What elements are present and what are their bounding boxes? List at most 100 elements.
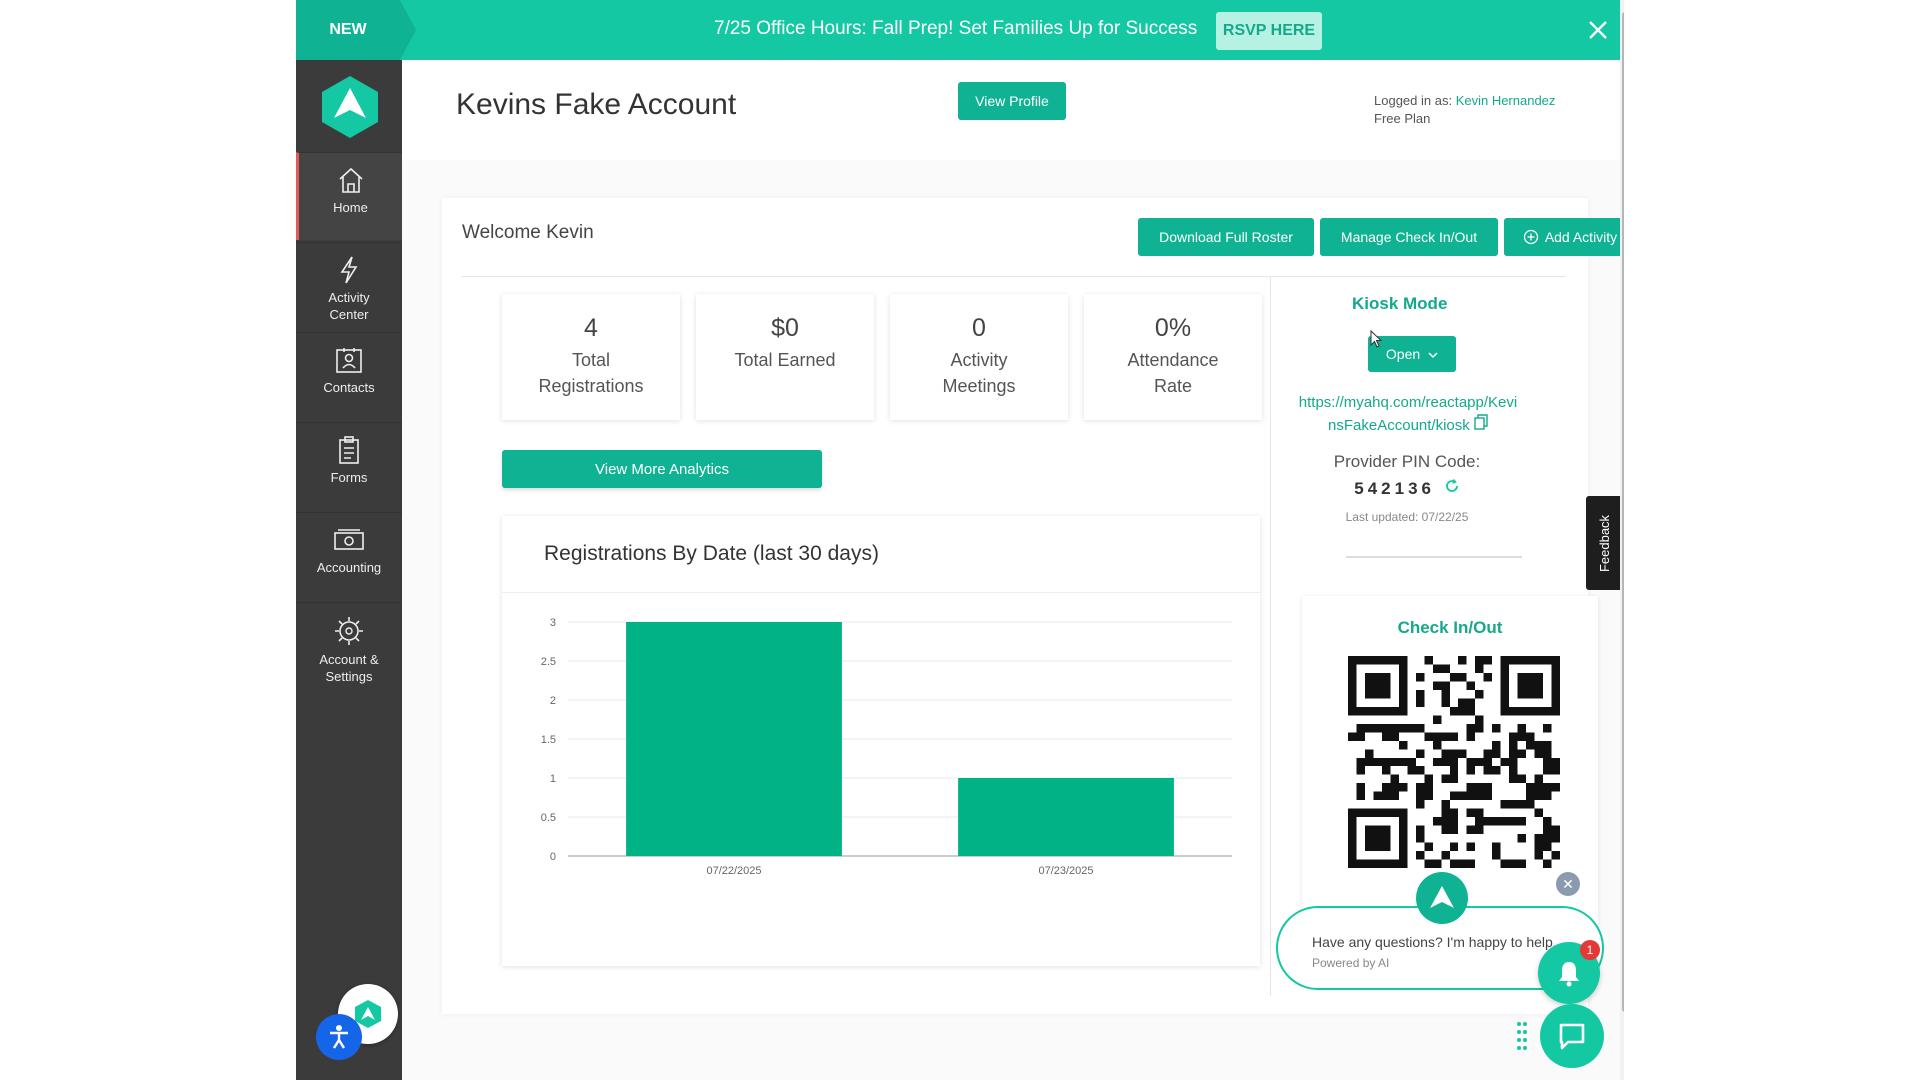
contacts-icon [336, 348, 362, 373]
drag-handle-icon[interactable] [1516, 1020, 1528, 1056]
qr-module [1449, 672, 1459, 682]
sidebar-item-activity-center[interactable]: Activity Center [296, 242, 402, 330]
qr-module [1509, 740, 1518, 750]
qr-module [1458, 698, 1467, 707]
manage-checkin-button[interactable]: Manage Check In/Out [1320, 218, 1498, 256]
qr-module [1517, 732, 1527, 741]
qr-module [1534, 808, 1544, 818]
qr-module [1373, 757, 1382, 767]
stat-label: Total Earned [734, 350, 836, 370]
qr-module [1483, 766, 1493, 775]
qr-module [1415, 783, 1425, 792]
kiosk-mode-title: Kiosk Mode [1352, 294, 1448, 313]
qr-module [1526, 732, 1535, 741]
qr-module [1517, 834, 1527, 843]
qr-module [1466, 757, 1476, 767]
sidebar-item-contacts[interactable]: Contacts [296, 332, 402, 420]
qr-finder [1364, 825, 1391, 852]
view-analytics-button[interactable]: View More Analytics [502, 450, 822, 488]
qr-module [1543, 723, 1552, 733]
kiosk-open-label: Open [1385, 346, 1421, 362]
refresh-icon[interactable] [1444, 478, 1460, 494]
qr-module [1466, 842, 1476, 852]
copy-icon[interactable] [1474, 414, 1488, 430]
chart-bar[interactable] [958, 778, 1174, 856]
download-roster-button[interactable]: Download Full Roster [1138, 218, 1314, 256]
qr-module [1441, 698, 1450, 707]
qr-module [1432, 664, 1442, 673]
qr-module [1483, 749, 1493, 758]
brand-logo-icon[interactable] [320, 74, 380, 140]
qr-module [1432, 732, 1442, 741]
qr-module [1543, 791, 1552, 801]
last-updated: Last updated: 07/22/25 [1345, 510, 1469, 524]
qr-code[interactable] [1348, 656, 1560, 868]
feedback-tab[interactable]: Feedback [1586, 496, 1624, 590]
sidebar-item-forms[interactable]: Forms [296, 422, 402, 510]
qr-module [1364, 723, 1374, 733]
qr-module [1551, 834, 1560, 843]
qr-module [1424, 859, 1433, 868]
accessibility-icon [330, 1025, 348, 1049]
user-name-link[interactable]: Kevin Hernandez [1456, 93, 1556, 108]
stat-value: $0 [771, 314, 799, 342]
rsvp-button[interactable]: RSVP HERE [1216, 12, 1322, 50]
qr-module [1415, 749, 1425, 758]
qr-module [1543, 817, 1552, 826]
qr-module [1509, 817, 1518, 826]
qr-module [1475, 825, 1484, 835]
qr-module [1424, 791, 1433, 801]
page-header: Kevins Fake Account View Profile Logged … [402, 60, 1624, 160]
chat-close-icon[interactable]: ✕ [1556, 872, 1580, 896]
qr-module [1390, 774, 1399, 784]
qr-module [1483, 817, 1493, 826]
qr-module [1534, 842, 1544, 852]
chat-assistant-avatar [1416, 872, 1468, 924]
stat-total-registrations: 4 Total Registrations [502, 294, 680, 420]
qr-module [1475, 791, 1484, 801]
qr-module [1517, 859, 1527, 868]
scrollbar-thumb[interactable] [1622, 12, 1624, 1012]
stat-label: Activity Meetings [942, 350, 1016, 396]
registrations-bar-chart: 0 0.5 1 1.5 2 2.5 3 07/22/2025 07/23/2025 [541, 617, 1232, 877]
qr-module [1551, 851, 1560, 860]
qr-module [1492, 766, 1501, 775]
qr-module [1458, 706, 1467, 716]
qr-module [1441, 664, 1450, 673]
qr-module [1500, 817, 1510, 826]
stat-activity-meetings: 0 Activity Meetings [890, 294, 1068, 420]
add-activity-label: Add Activity [1544, 229, 1618, 245]
qr-module [1441, 689, 1450, 699]
qr-module [1415, 698, 1425, 707]
qr-module [1492, 851, 1501, 860]
qr-module [1543, 859, 1552, 868]
y-tick-label: 1.5 [541, 734, 556, 746]
kiosk-url-link[interactable]: https://myahq.com/reactapp/KevinsFakeAcc… [1298, 392, 1518, 437]
sidebar-item-label: Contacts [323, 380, 375, 395]
chart-bar[interactable] [626, 622, 842, 856]
qr-module [1466, 859, 1476, 868]
qr-module [1449, 757, 1459, 767]
close-icon[interactable] [1586, 18, 1610, 42]
qr-module [1398, 757, 1408, 767]
qr-module [1415, 766, 1425, 775]
new-badge: NEW [296, 0, 416, 60]
add-activity-button[interactable]: Add Activity [1504, 218, 1624, 256]
page-scrollbar[interactable] [1620, 0, 1624, 1080]
open-chat-button[interactable] [1540, 1004, 1604, 1068]
qr-module [1543, 766, 1552, 775]
qr-module [1424, 783, 1433, 792]
qr-module [1483, 656, 1493, 665]
view-profile-button[interactable]: View Profile [958, 82, 1066, 120]
qr-module [1492, 817, 1501, 826]
y-tick-label: 1 [550, 773, 556, 785]
qr-module [1543, 749, 1552, 758]
brand-logo-icon [1430, 886, 1454, 908]
accessibility-button[interactable] [316, 1014, 362, 1060]
pin-value: 542136 [1298, 478, 1516, 499]
sidebar-item-accounting[interactable]: Accounting [296, 512, 402, 600]
sidebar-item-account-settings[interactable]: Account & Settings [296, 602, 402, 690]
qr-module [1466, 723, 1476, 733]
stat-label: Attendance Rate [1127, 350, 1219, 396]
sidebar-item-home[interactable]: Home [296, 152, 402, 240]
